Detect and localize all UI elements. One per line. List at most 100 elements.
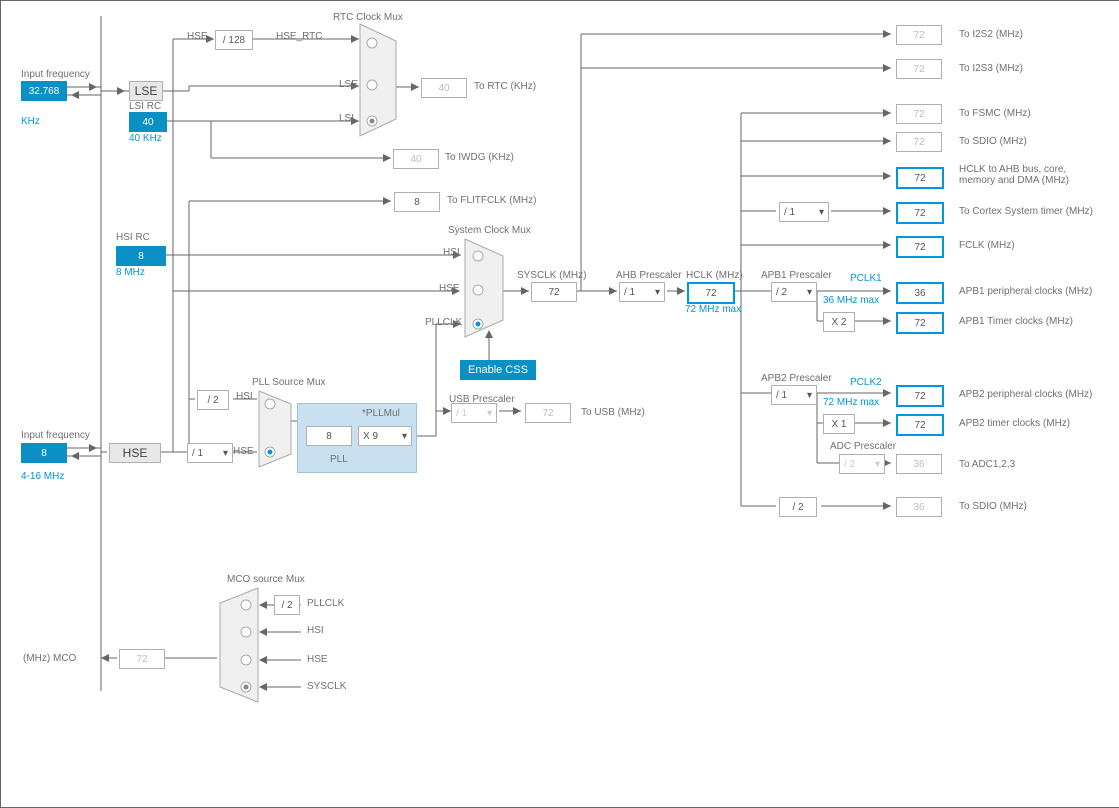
lse-input-unit: KHz bbox=[21, 116, 40, 127]
ahb-div[interactable]: / 1 ▾ bbox=[619, 282, 665, 302]
hse-block[interactable]: HSE bbox=[109, 443, 161, 463]
apb1-periph-label: APB1 peripheral clocks (MHz) bbox=[959, 286, 1092, 297]
chevron-down-icon: ▾ bbox=[875, 459, 880, 470]
sysclk-label: SYSCLK (MHz) bbox=[517, 270, 586, 281]
adc-div-val: / 2 bbox=[844, 459, 855, 470]
i2s2-label: To I2S2 (MHz) bbox=[959, 29, 1023, 40]
mco-sysclk: SYSCLK bbox=[307, 681, 346, 692]
pclk1-label: PCLK1 bbox=[850, 273, 882, 284]
mco-pllclk: PLLCLK bbox=[307, 598, 344, 609]
pll-hsi-div2: / 2 bbox=[197, 390, 229, 410]
mco-pll-div2: / 2 bbox=[274, 595, 300, 615]
apb1-periph-value[interactable]: 36 bbox=[896, 282, 944, 304]
sysmux-title: System Clock Mux bbox=[448, 225, 531, 236]
pll-value[interactable]: 8 bbox=[306, 426, 352, 446]
chevron-down-icon: ▾ bbox=[223, 448, 228, 459]
usb-div[interactable]: / 1▾ bbox=[451, 403, 497, 423]
apb2-periph-label: APB2 peripheral clocks (MHz) bbox=[959, 389, 1092, 400]
apb2-title: APB2 Prescaler bbox=[761, 373, 832, 384]
mco-title: MCO source Mux bbox=[227, 574, 305, 585]
pclk2-label: PCLK2 bbox=[850, 377, 882, 388]
apb1-timer-value[interactable]: 72 bbox=[896, 312, 944, 334]
apb1-div[interactable]: / 2 ▾ bbox=[771, 282, 817, 302]
lse-block[interactable]: LSE bbox=[129, 81, 163, 101]
apb1-div-val: / 2 bbox=[776, 287, 787, 298]
sysmux-hsi: HSI bbox=[443, 247, 460, 258]
pclk2-note: 72 MHz max bbox=[823, 397, 879, 408]
apb2-div[interactable]: / 1▾ bbox=[771, 385, 817, 405]
cortex-div[interactable]: / 1 ▾ bbox=[779, 202, 829, 222]
sdio2-label: To SDIO (MHz) bbox=[959, 501, 1027, 512]
pll-mul-val: X 9 bbox=[363, 431, 378, 442]
hsi-rc-note: 8 MHz bbox=[116, 267, 145, 278]
fclk-label: FCLK (MHz) bbox=[959, 240, 1015, 251]
sysmux-hse: HSE bbox=[439, 283, 460, 294]
hclk-value[interactable]: 72 bbox=[687, 282, 735, 304]
fsmc-label: To FSMC (MHz) bbox=[959, 108, 1031, 119]
pll-hsi-label: HSI bbox=[236, 391, 253, 402]
sysmux-pllclk: PLLCLK bbox=[425, 317, 462, 328]
pll-hse-div[interactable]: / 1▾ bbox=[187, 443, 233, 463]
rtc-label: To RTC (KHz) bbox=[474, 81, 536, 92]
adc-label: To ADC1,2,3 bbox=[959, 459, 1015, 470]
mco-value: 72 bbox=[119, 649, 165, 669]
chevron-down-icon: ▾ bbox=[655, 287, 660, 298]
pll-source-mux[interactable] bbox=[258, 390, 292, 468]
clock-diagram: Input frequency 32.768 KHz LSE LSI RC 40… bbox=[0, 0, 1119, 808]
mco-hse: HSE bbox=[307, 654, 328, 665]
hse-input-title: Input frequency bbox=[21, 430, 90, 441]
apb2-periph-value[interactable]: 72 bbox=[896, 385, 944, 407]
hse-input-value[interactable]: 8 bbox=[21, 443, 67, 463]
fclk-value[interactable]: 72 bbox=[896, 236, 944, 258]
pll-label: PLL bbox=[330, 454, 348, 465]
pll-block: 8 *PLLMul X 9▾ PLL bbox=[297, 403, 417, 473]
lse-input-title: Input frequency bbox=[21, 69, 90, 80]
i2s3-value: 72 bbox=[896, 59, 942, 79]
rtc-hse-div: / 128 bbox=[215, 30, 253, 50]
flitf-value: 8 bbox=[394, 192, 440, 212]
ahb-div-val: / 1 bbox=[624, 287, 635, 298]
lsi-rc-value: 40 bbox=[129, 112, 167, 132]
pllmul-label: *PLLMul bbox=[362, 408, 400, 419]
rtc-lsi-label: LSI bbox=[339, 113, 354, 124]
pclk1-note: 36 MHz max bbox=[823, 295, 879, 306]
usb-value: 72 bbox=[525, 403, 571, 423]
apb1-timer-label: APB1 Timer clocks (MHz) bbox=[959, 316, 1073, 327]
hclk-ahb-value[interactable]: 72 bbox=[896, 167, 944, 189]
lsi-rc-note: 40 KHz bbox=[129, 133, 162, 144]
mco-label: (MHz) MCO bbox=[23, 653, 76, 664]
apb1-title: APB1 Prescaler bbox=[761, 270, 832, 281]
adc-title: ADC Prescaler bbox=[830, 441, 896, 452]
rtc-hse-in: HSE bbox=[187, 31, 208, 42]
apb2-timer-value[interactable]: 72 bbox=[896, 414, 944, 436]
rtc-mux[interactable] bbox=[359, 23, 397, 137]
rtc-value: 40 bbox=[421, 78, 467, 98]
hclk-label: HCLK (MHz) bbox=[686, 270, 743, 281]
fsmc-value: 72 bbox=[896, 104, 942, 124]
apb2-timer-mul: X 1 bbox=[823, 414, 855, 434]
i2s2-value: 72 bbox=[896, 25, 942, 45]
sdio2-value: 36 bbox=[896, 497, 942, 517]
chevron-down-icon: ▾ bbox=[819, 207, 824, 218]
sdio1-label: To SDIO (MHz) bbox=[959, 136, 1027, 147]
system-clock-mux[interactable] bbox=[464, 238, 504, 338]
rtc-lse-label: LSE bbox=[339, 79, 358, 90]
rtc-mux-title: RTC Clock Mux bbox=[333, 12, 403, 23]
hsi-rc-title: HSI RC bbox=[116, 232, 150, 243]
lse-input-value[interactable]: 32.768 bbox=[21, 81, 67, 101]
pll-mul[interactable]: X 9▾ bbox=[358, 426, 412, 446]
enable-css-button[interactable]: Enable CSS bbox=[460, 360, 536, 380]
sdio2-div: / 2 bbox=[779, 497, 817, 517]
usb-div-val: / 1 bbox=[456, 408, 467, 419]
adc-div[interactable]: / 2 ▾ bbox=[839, 454, 885, 474]
mco-hsi: HSI bbox=[307, 625, 324, 636]
cortex-div-val: / 1 bbox=[784, 207, 795, 218]
cortex-label: To Cortex System timer (MHz) bbox=[959, 206, 1093, 217]
mco-mux[interactable] bbox=[219, 587, 259, 703]
cortex-value[interactable]: 72 bbox=[896, 202, 944, 224]
apb2-timer-label: APB2 timer clocks (MHz) bbox=[959, 418, 1070, 429]
chevron-down-icon: ▾ bbox=[807, 287, 812, 298]
chevron-down-icon: ▾ bbox=[807, 390, 812, 401]
hclk-ahb-label: HCLK to AHB bus, core, memory and DMA (M… bbox=[959, 164, 1099, 186]
pll-hse-label: HSE bbox=[233, 446, 254, 457]
